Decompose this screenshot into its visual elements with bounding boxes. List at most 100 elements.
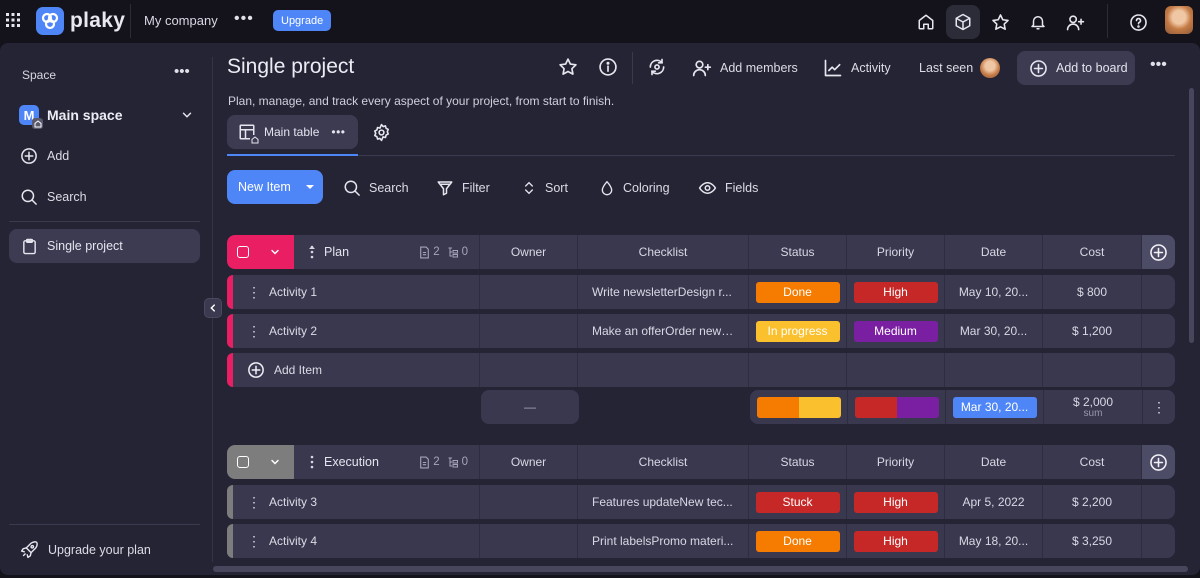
checklist-cell[interactable]: Features updateNew tec...: [578, 485, 749, 519]
column-header-checklist[interactable]: Checklist: [578, 235, 749, 269]
add-item-row[interactable]: Add Item: [227, 353, 1175, 387]
board-more-button[interactable]: •••: [1150, 56, 1167, 74]
home-button[interactable]: [909, 5, 943, 39]
priority-badge[interactable]: High: [853, 281, 938, 303]
table-row[interactable]: ⋮ Activity 4 Print labelsPromo materi...…: [227, 524, 1175, 558]
row-menu-button[interactable]: ⋮: [247, 323, 261, 340]
sidebar-item-single-project[interactable]: Single project: [9, 229, 200, 263]
table-row[interactable]: ⋮ Activity 2 Make an offerOrder new ... …: [227, 314, 1175, 348]
add-members-button[interactable]: Add members: [692, 58, 798, 78]
cost-cell[interactable]: $ 1,200: [1043, 314, 1142, 348]
favorite-board-button[interactable]: [558, 57, 578, 77]
group-name[interactable]: Execution: [308, 455, 379, 469]
checklist-cell[interactable]: Write newsletterDesign r...: [578, 275, 749, 309]
date-cell[interactable]: Apr 5, 2022: [945, 485, 1043, 519]
priority-badge[interactable]: High: [853, 530, 938, 552]
search-button[interactable]: Search: [343, 179, 409, 197]
sidebar-add-button[interactable]: Add: [20, 147, 69, 165]
space-selector[interactable]: M Main space: [19, 105, 194, 129]
status-badge[interactable]: In progress: [755, 320, 840, 342]
owner-cell[interactable]: [480, 485, 578, 519]
user-avatar[interactable]: [1165, 6, 1193, 34]
activity-button[interactable]: Activity: [823, 58, 891, 78]
notifications-button[interactable]: [1021, 5, 1055, 39]
cost-cell[interactable]: $ 2,200: [1043, 485, 1142, 519]
app-grid-icon[interactable]: [5, 12, 21, 28]
company-more-button[interactable]: •••: [234, 10, 254, 28]
date-cell[interactable]: May 18, 20...: [945, 524, 1043, 558]
priority-distribution-bar[interactable]: [854, 396, 939, 418]
filter-button[interactable]: Filter: [436, 179, 490, 197]
item-name-cell[interactable]: ⋮ Activity 1: [227, 275, 480, 309]
status-distribution-bar[interactable]: [756, 396, 841, 418]
column-header-owner[interactable]: Owner: [480, 235, 578, 269]
space-more-button[interactable]: •••: [174, 63, 190, 80]
table-row[interactable]: ⋮ Activity 3 Features updateNew tec... S…: [227, 485, 1175, 519]
cost-cell[interactable]: $ 800: [1043, 275, 1142, 309]
add-column-button[interactable]: [1142, 235, 1175, 269]
add-item-label[interactable]: Add Item: [274, 363, 322, 377]
column-header-status[interactable]: Status: [749, 235, 847, 269]
column-header-date[interactable]: Date: [945, 235, 1043, 269]
cost-cell[interactable]: $ 3,250: [1043, 524, 1142, 558]
upgrade-plan-button[interactable]: Upgrade your plan: [20, 540, 151, 559]
column-header-owner[interactable]: Owner: [480, 445, 578, 479]
caret-down-icon[interactable]: [306, 185, 314, 189]
date-cell[interactable]: May 10, 20...: [945, 275, 1043, 309]
column-header-cost[interactable]: Cost: [1043, 445, 1142, 479]
table-row[interactable]: ⋮ Activity 1 Write newsletterDesign r...…: [227, 275, 1175, 309]
sort-button[interactable]: Sort: [521, 179, 568, 197]
column-header-date[interactable]: Date: [945, 445, 1043, 479]
invite-button[interactable]: [1058, 5, 1092, 39]
coloring-button[interactable]: Coloring: [599, 179, 670, 197]
company-name[interactable]: My company: [144, 13, 218, 28]
add-to-board-button[interactable]: Add to board: [1017, 51, 1135, 85]
help-button[interactable]: [1121, 5, 1155, 39]
add-column-button[interactable]: [1142, 445, 1175, 479]
item-name-cell[interactable]: ⋮ Activity 4: [227, 524, 480, 558]
group-name[interactable]: Plan: [308, 245, 349, 259]
status-badge[interactable]: Done: [755, 281, 840, 303]
automations-button[interactable]: [647, 57, 667, 77]
horizontal-scrollbar[interactable]: [213, 566, 1188, 572]
column-header-priority[interactable]: Priority: [847, 235, 945, 269]
priority-badge[interactable]: Medium: [853, 320, 938, 342]
owner-cell[interactable]: [480, 524, 578, 558]
checklist-cell[interactable]: Print labelsPromo materi...: [578, 524, 749, 558]
status-badge[interactable]: Done: [755, 530, 840, 552]
column-header-cost[interactable]: Cost: [1043, 235, 1142, 269]
new-item-button[interactable]: New Item: [227, 170, 323, 204]
fields-button[interactable]: Fields: [698, 179, 758, 197]
date-cell[interactable]: Mar 30, 20...: [945, 314, 1043, 348]
add-item-cell[interactable]: Add Item: [227, 353, 480, 387]
view-settings-button[interactable]: [372, 123, 391, 142]
collapse-sidebar-button[interactable]: [204, 298, 222, 318]
column-header-priority[interactable]: Priority: [847, 445, 945, 479]
row-menu-button[interactable]: ⋮: [247, 494, 261, 511]
board-info-button[interactable]: [598, 57, 618, 77]
item-name-cell[interactable]: ⋮ Activity 2: [227, 314, 480, 348]
status-badge[interactable]: Stuck: [755, 491, 840, 513]
group-checkbox[interactable]: [237, 246, 249, 258]
boards-button[interactable]: [946, 5, 980, 39]
favorites-button[interactable]: [983, 5, 1017, 39]
upgrade-button[interactable]: Upgrade: [273, 10, 332, 31]
view-more-button[interactable]: •••: [331, 125, 345, 139]
row-menu-button[interactable]: ⋮: [247, 533, 261, 550]
tab-main-table[interactable]: Main table •••: [227, 115, 358, 149]
group-checkbox[interactable]: [237, 456, 249, 468]
column-header-checklist[interactable]: Checklist: [578, 445, 749, 479]
last-seen[interactable]: Last seen: [919, 58, 1001, 78]
sidebar-search-button[interactable]: Search: [20, 188, 87, 206]
priority-badge[interactable]: High: [853, 491, 938, 513]
vertical-scrollbar[interactable]: [1189, 88, 1194, 343]
column-header-status[interactable]: Status: [749, 445, 847, 479]
row-menu-button[interactable]: ⋮: [247, 284, 261, 301]
summary-menu-button[interactable]: ⋮: [1143, 390, 1175, 424]
owner-cell[interactable]: [480, 314, 578, 348]
item-name-cell[interactable]: ⋮ Activity 3: [227, 485, 480, 519]
plaky-logo[interactable]: plaky: [36, 7, 125, 35]
date-range-badge[interactable]: Mar 30, 20...: [952, 396, 1037, 418]
owner-cell[interactable]: [480, 275, 578, 309]
checklist-cell[interactable]: Make an offerOrder new ...: [578, 314, 749, 348]
